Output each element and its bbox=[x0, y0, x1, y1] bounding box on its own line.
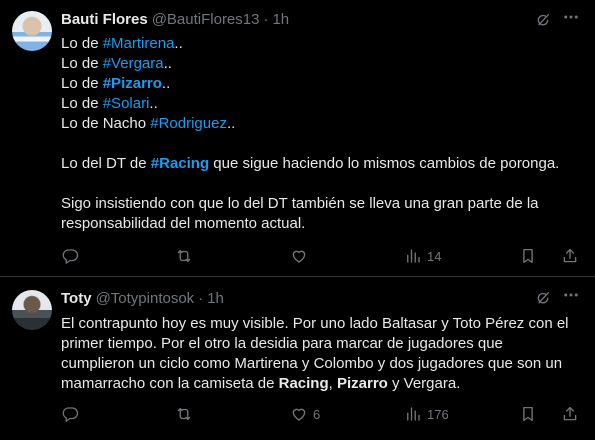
text-line: cumplieron un ciclo como Martirena y Col… bbox=[61, 354, 581, 374]
share-icon bbox=[563, 406, 577, 421]
author-name[interactable]: Bauti Flores bbox=[61, 11, 148, 28]
text-segment: mamarracho con la camiseta de bbox=[61, 375, 279, 392]
text-line: Sigo insistiendo con que lo del DT tambi… bbox=[61, 194, 581, 214]
text-line: Lo de #Pizarro.. bbox=[61, 74, 581, 94]
hashtag-link[interactable]: #Martirena bbox=[103, 35, 175, 52]
text-segment: El contrapunto hoy es muy visible. Por u… bbox=[61, 315, 569, 332]
like-icon bbox=[292, 408, 306, 421]
views-count: 176 bbox=[427, 406, 449, 422]
grok-icon[interactable] bbox=[535, 290, 551, 306]
avatar[interactable] bbox=[12, 11, 52, 51]
hashtag-link[interactable]: #Solari bbox=[103, 95, 150, 112]
text-segment: cumplieron un ciclo como Martirena y Col… bbox=[61, 355, 563, 372]
text-segment: Lo de Nacho bbox=[61, 115, 151, 132]
like-button[interactable] bbox=[290, 246, 313, 266]
text-segment: Lo del DT de bbox=[61, 155, 151, 172]
timestamp[interactable]: 1h bbox=[272, 11, 289, 28]
author-handle[interactable]: @Totypintosok bbox=[96, 290, 195, 307]
text-segment: .. bbox=[174, 35, 183, 52]
text-line: Lo del DT de #Racing que sigue haciendo … bbox=[61, 154, 581, 174]
hashtag-link[interactable]: #Pizarro bbox=[103, 75, 162, 92]
views-button[interactable]: 14 bbox=[404, 246, 441, 266]
tweet-header: Toty @Totypintosok · 1h bbox=[61, 290, 224, 307]
text-line: El contrapunto hoy es muy visible. Por u… bbox=[61, 314, 581, 334]
reply-button[interactable] bbox=[61, 246, 84, 266]
text-line: Lo de #Solari.. bbox=[61, 94, 581, 114]
text-segment: Pizarro bbox=[336, 375, 388, 392]
separator-dot: · bbox=[198, 290, 204, 307]
bookmark-button[interactable] bbox=[519, 404, 537, 424]
tweet-text: Lo de #Martirena.. Lo de #Vergara.. Lo de … bbox=[61, 34, 581, 234]
bookmark-icon bbox=[523, 406, 533, 422]
tweet-text: El contrapunto hoy es muy visible. Por u… bbox=[61, 314, 581, 394]
text-segment: que sigue haciendo lo mismos cambios de … bbox=[209, 155, 560, 172]
text-line: Lo de Nacho #Rodriguez.. bbox=[61, 114, 581, 134]
bookmark-icon bbox=[523, 248, 533, 264]
more-icon[interactable] bbox=[562, 8, 580, 26]
timestamp[interactable]: 1h bbox=[207, 290, 224, 307]
text-segment: .. bbox=[226, 115, 236, 132]
more-icon[interactable] bbox=[562, 286, 580, 304]
text-segment: , bbox=[328, 375, 337, 392]
text-segment: Lo de bbox=[61, 95, 103, 112]
grok-icon[interactable] bbox=[535, 12, 551, 28]
views-button[interactable]: 176 bbox=[404, 404, 449, 424]
like-button[interactable]: 6 bbox=[290, 404, 320, 424]
text-line: primer tiempo. Por el otro la desidia pa… bbox=[61, 334, 581, 354]
text-line: Lo de #Martirena.. bbox=[61, 34, 581, 54]
views-icon bbox=[407, 407, 420, 421]
text-segment: y Vergara. bbox=[387, 375, 461, 392]
tweet-actions: 6 176 bbox=[61, 404, 581, 424]
like-icon bbox=[292, 250, 306, 263]
author-handle[interactable]: @BautiFlores13 bbox=[152, 11, 260, 28]
share-button[interactable] bbox=[561, 246, 579, 266]
tweet[interactable]: Toty @Totypintosok · 1h El contrapunto h… bbox=[0, 278, 595, 440]
reply-icon bbox=[62, 407, 79, 422]
author-name[interactable]: Toty bbox=[61, 290, 92, 307]
separator-dot: · bbox=[263, 11, 269, 28]
text-segment: primer tiempo. Por el otro la desidia pa… bbox=[61, 335, 503, 352]
retweet-icon bbox=[177, 250, 191, 262]
reply-button[interactable] bbox=[61, 404, 84, 424]
retweet-icon bbox=[177, 408, 191, 420]
text-segment: responsabilidad del momento actual. bbox=[61, 215, 306, 232]
bookmark-button[interactable] bbox=[519, 246, 537, 266]
text-segment: Racing bbox=[278, 375, 329, 392]
hashtag-link[interactable]: #Racing bbox=[151, 155, 209, 172]
text-segment: Lo de bbox=[61, 55, 103, 72]
retweet-button[interactable] bbox=[175, 246, 198, 266]
tweet-actions: 14 bbox=[61, 246, 581, 266]
share-icon bbox=[563, 248, 577, 263]
text-line: Lo de #Vergara.. bbox=[61, 54, 581, 74]
text-segment: .. bbox=[161, 75, 171, 92]
text-line: mamarracho con la camiseta de Racing, Pi… bbox=[61, 374, 581, 394]
views-count: 14 bbox=[427, 248, 442, 264]
text-segment: .. bbox=[163, 55, 172, 72]
tweet-header: Bauti Flores @BautiFlores13 · 1h bbox=[61, 11, 289, 28]
text-segment: Lo de bbox=[61, 35, 103, 52]
text-line: responsabilidad del momento actual. bbox=[61, 214, 581, 234]
tweet[interactable]: Bauti Flores @BautiFlores13 · 1h Lo de #… bbox=[0, 0, 595, 277]
text-segment: Sigo insistiendo con que lo del DT tambi… bbox=[61, 195, 539, 212]
text-segment: .. bbox=[149, 95, 158, 112]
share-button[interactable] bbox=[561, 404, 579, 424]
views-icon bbox=[407, 249, 420, 263]
hashtag-link[interactable]: #Rodriguez bbox=[150, 115, 227, 132]
retweet-button[interactable] bbox=[175, 404, 198, 424]
hashtag-link[interactable]: #Vergara bbox=[103, 55, 164, 72]
reply-icon bbox=[62, 249, 79, 264]
text-segment: Lo de bbox=[61, 75, 103, 92]
avatar[interactable] bbox=[12, 290, 52, 330]
like-count: 6 bbox=[313, 406, 321, 422]
